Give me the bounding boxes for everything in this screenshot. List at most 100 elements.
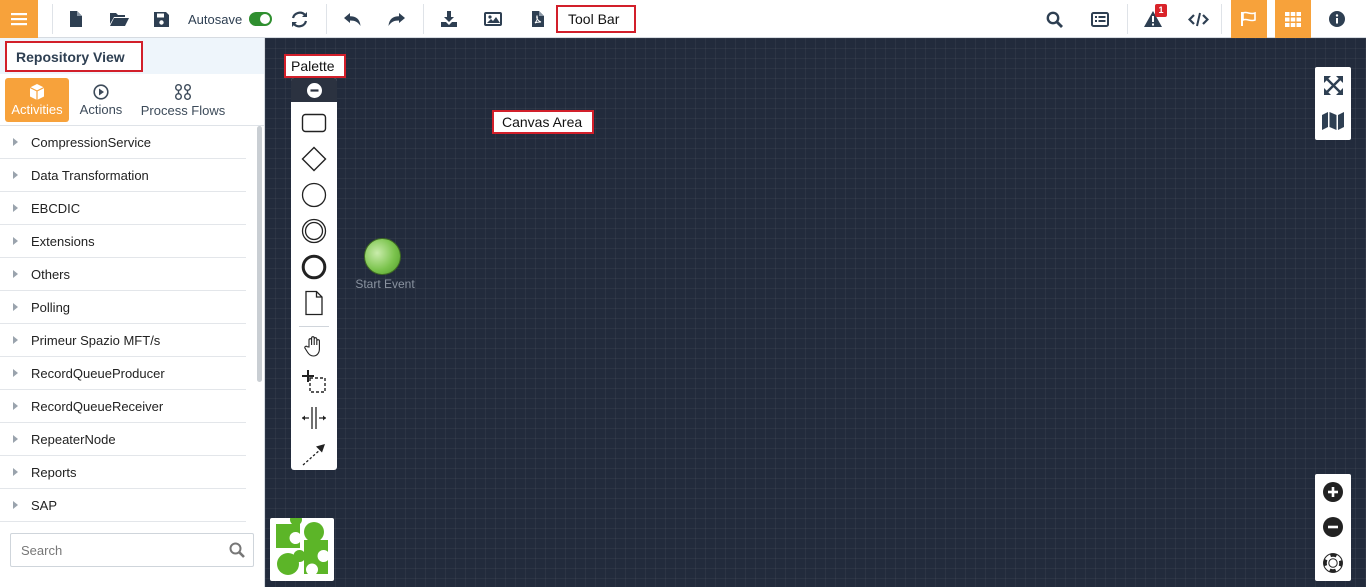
autosave-toggle[interactable] [249, 12, 272, 26]
search-button[interactable] [229, 542, 245, 561]
start-event-circle-icon [301, 182, 327, 208]
tree-item-label: SAP [31, 497, 58, 513]
zoom-in-button[interactable] [1315, 474, 1351, 510]
caret-right-icon [13, 501, 18, 509]
start-event-label: Start Event [355, 277, 415, 291]
toolbar-divider [423, 4, 424, 34]
tree-item[interactable]: RecordQueueReceiver [0, 390, 246, 423]
task-rectangle-icon [301, 113, 327, 133]
caret-right-icon [13, 303, 18, 311]
palette-task-tool[interactable] [291, 105, 337, 141]
grid-icon [1285, 11, 1301, 27]
tab-process-flows[interactable]: Process Flows [136, 78, 230, 122]
open-folder-button[interactable] [106, 0, 132, 38]
list-alt-icon [1091, 11, 1109, 27]
palette-connect-tool[interactable] [291, 436, 337, 470]
minimap-button[interactable] [1315, 103, 1351, 139]
tree-item[interactable]: CompressionService [0, 126, 246, 159]
tree-item[interactable]: Others [0, 258, 246, 291]
tree-item-label: Extensions [31, 233, 95, 249]
tab-actions[interactable]: Actions [72, 78, 130, 122]
caret-right-icon [13, 138, 18, 146]
toolbar-annotation: Tool Bar [556, 5, 636, 33]
start-event-node[interactable] [364, 238, 401, 275]
search-toolbar-button[interactable] [1041, 0, 1067, 38]
grid-toggle-button[interactable] [1275, 0, 1311, 38]
source-code-button[interactable] [1185, 0, 1211, 38]
search-input[interactable] [11, 534, 221, 566]
plus-circle-icon [1323, 482, 1343, 502]
tree-item[interactable]: Extensions [0, 225, 246, 258]
zoom-out-button[interactable] [1315, 509, 1351, 545]
tree-item[interactable]: SAP [0, 489, 246, 522]
tree-item[interactable]: Polling [0, 291, 246, 324]
palette-gateway-tool[interactable] [291, 141, 337, 177]
palette-end-event-tool[interactable] [291, 249, 337, 285]
tree-item-label: EBCDIC [31, 200, 81, 216]
caret-right-icon [13, 171, 18, 179]
fullscreen-button[interactable] [1315, 67, 1351, 103]
tree-item[interactable]: RecordQueueProducer [0, 357, 246, 390]
download-button[interactable] [436, 0, 462, 38]
export-image-button[interactable] [480, 0, 506, 38]
undo-button[interactable] [339, 0, 365, 38]
palette-collapse-button[interactable] [291, 78, 337, 102]
redo-icon [388, 12, 405, 26]
refresh-button[interactable] [286, 0, 312, 38]
tree-item[interactable]: Reports [0, 456, 246, 489]
tab-activities[interactable]: Activities [5, 78, 69, 122]
properties-list-button[interactable] [1087, 0, 1113, 38]
save-button[interactable] [148, 0, 174, 38]
menu-button[interactable] [0, 0, 38, 38]
life-ring-icon [1323, 553, 1343, 573]
tab-activities-label: Activities [11, 101, 63, 117]
tree-scrollbar[interactable] [257, 126, 262, 382]
process-flows-icon [175, 83, 191, 100]
info-button[interactable] [1324, 0, 1350, 38]
export-pdf-button[interactable] [524, 0, 550, 38]
code-icon [1187, 12, 1209, 26]
caret-right-icon [13, 237, 18, 245]
tree-item-label: RecordQueueReceiver [31, 398, 164, 414]
floppy-disk-icon [153, 11, 169, 27]
toolbar-divider [326, 4, 327, 34]
palette-intermediate-event-tool[interactable] [291, 213, 337, 249]
space-tool-icon [302, 407, 326, 429]
palette-lasso-tool[interactable] [291, 364, 337, 400]
palette [291, 78, 337, 470]
canvas-area-annotation: Canvas Area [492, 110, 594, 134]
tab-actions-label: Actions [79, 101, 123, 117]
redo-button[interactable] [383, 0, 409, 38]
caret-right-icon [13, 468, 18, 476]
cube-icon [29, 83, 45, 100]
connect-arrow-icon [302, 444, 325, 466]
help-button[interactable] [1315, 545, 1351, 581]
tree-item-label: Polling [31, 299, 71, 315]
palette-space-tool[interactable] [291, 400, 337, 436]
data-object-file-icon [305, 290, 323, 316]
tree-item[interactable]: Data Transformation [0, 159, 246, 192]
flag-toggle-button[interactable] [1231, 0, 1267, 38]
caret-right-icon [13, 336, 18, 344]
play-circle-icon [93, 83, 109, 100]
new-file-button[interactable] [62, 0, 88, 38]
tree-item[interactable]: RepeaterNode [0, 423, 246, 456]
pdf-file-icon [531, 11, 544, 27]
tree-item[interactable]: Primeur Spazio MFT/s [0, 324, 246, 357]
caret-right-icon [13, 204, 18, 212]
palette-hand-tool[interactable] [291, 328, 337, 364]
folder-open-icon [109, 13, 129, 26]
tree-item[interactable]: EBCDIC [0, 192, 246, 225]
palette-start-event-tool[interactable] [291, 177, 337, 213]
toolbar-divider [52, 4, 53, 34]
canvas-area[interactable] [265, 38, 1366, 587]
tree-item-label: Reports [31, 464, 77, 480]
refresh-icon [291, 11, 307, 27]
hand-icon [304, 336, 320, 357]
search-icon [229, 542, 245, 558]
autosave-label: Autosave [188, 12, 243, 27]
palette-data-object-tool[interactable] [291, 285, 337, 321]
caret-right-icon [13, 270, 18, 278]
palette-annotation: Palette [284, 54, 346, 78]
zoom-controls [1315, 474, 1351, 581]
